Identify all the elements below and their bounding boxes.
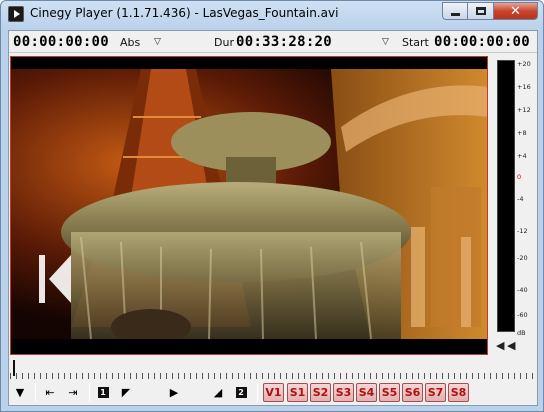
track-button-s4[interactable]: S4 bbox=[356, 383, 377, 402]
track-button-s1[interactable]: S1 bbox=[287, 383, 308, 402]
track-button-s2[interactable]: S2 bbox=[310, 383, 331, 402]
mark-out-icon: 2 bbox=[235, 387, 247, 398]
meter-tick-zero: 0 bbox=[517, 173, 522, 181]
video-frame-image bbox=[11, 57, 487, 354]
maximize-button[interactable] bbox=[468, 2, 494, 20]
start-label: Start bbox=[402, 36, 429, 49]
mark-in-icon: 1 bbox=[97, 387, 109, 398]
track-button-s5[interactable]: S5 bbox=[379, 383, 400, 402]
meter-tick: +16 bbox=[517, 83, 531, 91]
dropdown-arrow-icon: ▼ bbox=[15, 386, 25, 399]
meter-tick: -4 bbox=[517, 195, 524, 203]
meter-tick: -40 bbox=[517, 286, 528, 294]
speaker-mute-icon[interactable]: ◀ bbox=[507, 339, 515, 352]
play-icon: ▶ bbox=[169, 386, 179, 399]
meter-tick: -20 bbox=[517, 254, 528, 262]
audio-level-meter: +20 +16 +12 +8 +4 0 -4 -12 -20 -40 -60 d… bbox=[494, 56, 536, 357]
title-bar[interactable]: Cinegy Player (1.1.71.436) - LasVegas_Fo… bbox=[1, 1, 543, 29]
mode-dropdown-icon[interactable]: ▽ bbox=[154, 37, 161, 47]
timecode-mode-label[interactable]: Abs bbox=[120, 36, 140, 49]
previous-frame-icon[interactable] bbox=[39, 253, 73, 305]
track-button-v1[interactable]: V1 bbox=[263, 383, 284, 402]
maximize-icon bbox=[475, 7, 486, 15]
speaker-icon[interactable]: ◀ bbox=[496, 339, 504, 352]
position-timecode[interactable]: 00:00:00:00 bbox=[13, 34, 109, 50]
meter-tick: +8 bbox=[517, 129, 527, 137]
go-to-in-button[interactable]: ◤ bbox=[119, 383, 133, 402]
mark-out-button[interactable]: 2 bbox=[233, 383, 249, 402]
mark-in-button[interactable]: 1 bbox=[95, 383, 111, 402]
close-button[interactable]: ✕ bbox=[494, 2, 538, 20]
meter-tick: -60 bbox=[517, 311, 528, 319]
duration-timecode: 00:33:28:20 bbox=[236, 34, 333, 50]
duration-label: Dur bbox=[214, 36, 234, 49]
transport-controls: ▼ ⇤ ⇥ 1 ◤ ▶ ◢ 2 V1 S1 S2 S3 S4 S5 S6 S7 … bbox=[9, 380, 537, 406]
track-button-s7[interactable]: S7 bbox=[425, 383, 446, 402]
go-to-end-button[interactable]: ⇥ bbox=[64, 383, 82, 402]
start-timecode[interactable]: 00:00:00:00 bbox=[434, 34, 530, 50]
track-button-s6[interactable]: S6 bbox=[402, 383, 423, 402]
audio-meter-bar bbox=[497, 60, 515, 332]
go-to-end-icon: ⇥ bbox=[68, 386, 78, 399]
app-icon[interactable] bbox=[8, 6, 24, 22]
timeline-ruler bbox=[10, 373, 536, 379]
meter-unit-label: dB bbox=[517, 329, 526, 337]
player-client: 00:00:00:00 Abs ▽ Dur 00:33:28:20 ▽ Star… bbox=[8, 30, 538, 406]
start-dropdown-icon[interactable]: ▽ bbox=[382, 37, 389, 47]
track-button-s8[interactable]: S8 bbox=[448, 383, 469, 402]
menu-dropdown-button[interactable]: ▼ bbox=[11, 383, 29, 402]
in-point-icon: ◤ bbox=[121, 386, 131, 399]
video-display[interactable] bbox=[10, 56, 488, 355]
meter-tick: +20 bbox=[517, 60, 531, 68]
close-icon: ✕ bbox=[510, 3, 521, 19]
window-title: Cinegy Player (1.1.71.436) - LasVegas_Fo… bbox=[30, 6, 339, 20]
timeline-scrubber[interactable] bbox=[10, 358, 536, 379]
meter-tick: +12 bbox=[517, 106, 531, 114]
go-to-start-icon: ⇤ bbox=[45, 386, 55, 399]
play-button[interactable]: ▶ bbox=[165, 383, 183, 402]
toolbar-separator bbox=[257, 383, 258, 402]
go-to-out-button[interactable]: ◢ bbox=[211, 383, 225, 402]
timecode-bar: 00:00:00:00 Abs ▽ Dur 00:33:28:20 ▽ Star… bbox=[9, 31, 537, 53]
meter-tick: +4 bbox=[517, 152, 527, 160]
go-to-start-button[interactable]: ⇤ bbox=[41, 383, 59, 402]
player-window: Cinegy Player (1.1.71.436) - LasVegas_Fo… bbox=[0, 0, 544, 412]
track-button-s3[interactable]: S3 bbox=[333, 383, 354, 402]
minimize-icon bbox=[450, 12, 460, 16]
minimize-button[interactable] bbox=[442, 2, 468, 20]
toolbar-separator bbox=[89, 383, 90, 402]
meter-tick: -12 bbox=[517, 227, 528, 235]
out-point-icon: ◢ bbox=[213, 386, 223, 399]
toolbar-separator bbox=[35, 383, 36, 402]
